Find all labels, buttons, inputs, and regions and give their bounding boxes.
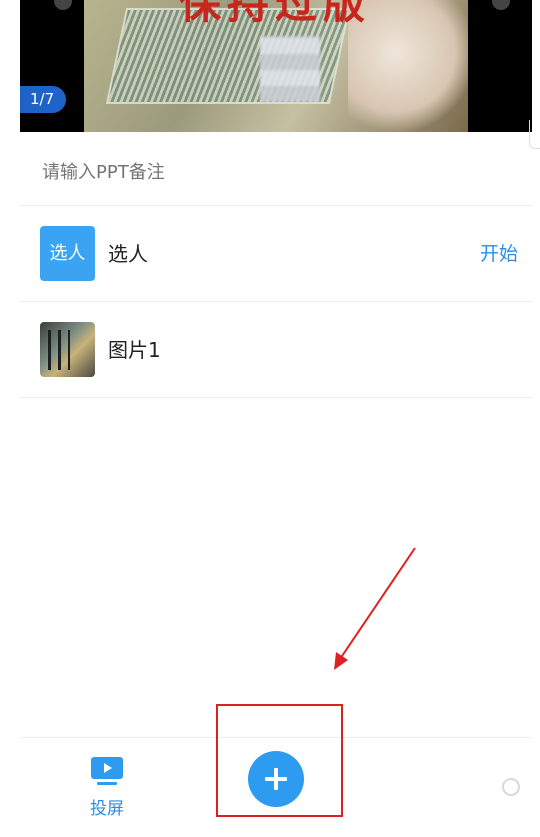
corner-button-right[interactable]: [492, 0, 510, 10]
list-item-select-person[interactable]: 选人 选人 开始: [20, 206, 532, 302]
start-button[interactable]: 开始: [480, 206, 518, 302]
cast-screen-icon: [91, 757, 123, 785]
watermark-logo-icon: [502, 778, 520, 796]
annotation-highlight-box: [216, 704, 343, 817]
list-item-image-1[interactable]: 图片1: [20, 302, 532, 398]
watermark: [502, 778, 520, 796]
divider: [20, 397, 532, 398]
blurred-region: [260, 36, 320, 102]
person-select-icon: 选人: [40, 226, 95, 281]
page-indicator-badge: 1/7: [20, 86, 67, 113]
cast-screen-tab[interactable]: 投屏: [82, 756, 132, 819]
ppt-note-input[interactable]: [20, 140, 540, 204]
list-item-label: 选人: [108, 242, 148, 266]
corner-button-left[interactable]: [54, 0, 72, 10]
cast-screen-label: 投屏: [90, 799, 124, 819]
slide-title: 保持过版: [178, 0, 371, 28]
slide-preview[interactable]: 保持过版: [20, 0, 532, 132]
image-thumbnail: [40, 322, 95, 377]
list-item-label: 图片1: [108, 338, 161, 362]
annotation-arrow: [334, 547, 416, 670]
